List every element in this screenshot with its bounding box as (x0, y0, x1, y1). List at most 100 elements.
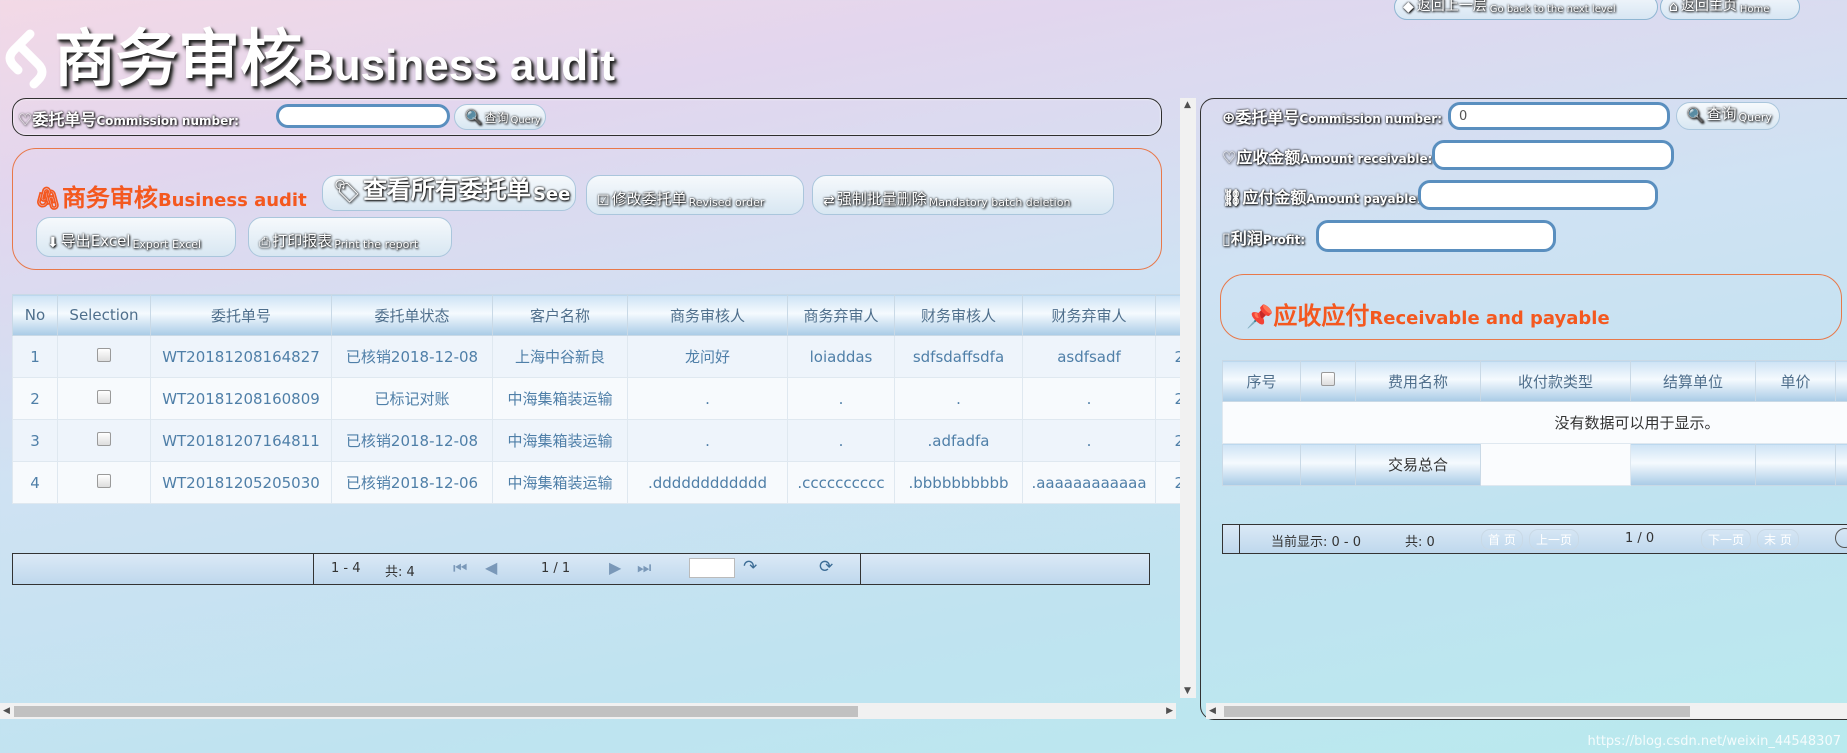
fees-table: 序号 费用名称 收付款类型 结算单位 单价 没有数据可以用于显示。 交易总合 (1222, 360, 1847, 486)
col-header[interactable]: 结算单位 (1630, 360, 1756, 402)
print-report-button[interactable]: ⎙ 打印报表 Print the report (248, 217, 452, 257)
col-header[interactable]: 商务审核人 (627, 294, 788, 336)
orders-table-wrapper: No Selection 委托单号 委托单状态 客户名称 商务审核人 商务弃审人… (12, 294, 1180, 528)
receivable-input[interactable] (1432, 140, 1674, 170)
table-row[interactable]: 2 WT20181208160809 已标记对账 中海集箱装运输 . . . .… (12, 377, 1180, 420)
pager-total: 共: 0 (1405, 535, 1435, 550)
back-to-previous-button[interactable]: ◆ 返回上一层 Go back to the next level (1394, 0, 1658, 20)
search-icon: 🔍 (465, 110, 483, 126)
scroll-up-arrow[interactable]: ▲ (1184, 100, 1191, 110)
tag-icon: 🏷 (333, 180, 361, 205)
empty-row: 没有数据可以用于显示。 (1222, 401, 1847, 444)
page-title-en: Business audit (302, 41, 615, 90)
right-horizontal-scrollbar[interactable]: ◀ (1206, 703, 1847, 719)
col-header[interactable]: 序号 (1222, 360, 1301, 402)
page-number-input[interactable] (689, 558, 735, 578)
prev-page-button[interactable]: 上一页 (1529, 529, 1580, 550)
prev-page-icon[interactable]: ◀ (485, 558, 497, 577)
table-cell: .dddddddddddd (627, 461, 788, 504)
heart-icon: ♡ (18, 110, 33, 129)
left-vertical-scrollbar[interactable]: ▲ ▼ (1180, 98, 1196, 698)
table-row[interactable]: 3 WT20181207164811 已核销2018-12-08 中海集箱装运输… (12, 419, 1180, 462)
table-cell: 中海集箱装运输 (492, 377, 628, 420)
table-cell (57, 419, 151, 462)
col-header[interactable]: No (12, 294, 58, 336)
col-header[interactable]: Selection (57, 294, 151, 336)
col-header[interactable]: 单价 (1755, 360, 1836, 402)
checkbox-icon: ☑ (597, 193, 610, 209)
table-cell: WT20181208164827 (150, 335, 332, 378)
profit-input[interactable] (1316, 220, 1556, 252)
col-header[interactable]: 财务弃审人 (1022, 294, 1156, 336)
table-cell: 4 (12, 461, 58, 504)
table-header-row: 序号 费用名称 收付款类型 结算单位 单价 (1222, 360, 1847, 402)
left-horizontal-scrollbar[interactable]: ◀ ▶ (0, 703, 1176, 719)
row-checkbox[interactable] (97, 473, 111, 488)
exchange-icon: ⇄ (823, 193, 835, 209)
col-header[interactable]: 商务弃审人 (787, 294, 895, 336)
table-cell: . (1022, 419, 1156, 462)
select-all-checkbox[interactable] (1321, 372, 1335, 386)
table-cell: 中海集箱装运输 (492, 419, 628, 462)
col-header[interactable]: 收付款类型 (1480, 360, 1631, 402)
mobile-icon: ▯ (1222, 229, 1231, 248)
go-page-button[interactable] (1835, 528, 1847, 548)
query-button[interactable]: 🔍 查询 Query (454, 104, 546, 130)
table-cell: sdfsdaffsdfa (894, 335, 1023, 378)
table-cell: . (627, 419, 788, 462)
first-page-icon[interactable]: ⏮ (453, 558, 467, 578)
batch-delete-button[interactable]: ⇄ 强制批量删除 Mandatory batch deletion (812, 175, 1114, 215)
col-header[interactable]: 委托单号 (150, 294, 332, 336)
row-checkbox[interactable] (97, 431, 111, 446)
scroll-down-arrow[interactable]: ▼ (1184, 686, 1191, 696)
payable-label: ⛓应付金额Amount payable: (1222, 188, 1421, 207)
paperclip-icon: 🖇 (34, 187, 62, 212)
table-row[interactable]: 1 WT20181208164827 已核销2018-12-08 上海中谷新良 … (12, 335, 1180, 378)
col-header[interactable] (1300, 360, 1356, 402)
receivable-payable-title: 📌应收应付Receivable and payable (1246, 302, 1610, 330)
profit-label: ▯利润Profit: (1222, 229, 1306, 248)
home-button[interactable]: ⌂ 返回主页 Home (1660, 0, 1800, 20)
table-cell: WT20181208160809 (150, 377, 332, 420)
col-header[interactable]: 费用名称 (1355, 360, 1481, 402)
next-page-button[interactable]: 下一页 (1701, 529, 1752, 550)
scrollbar-thumb[interactable] (14, 706, 858, 717)
right-query-button[interactable]: 🔍 查询 Query (1676, 102, 1780, 130)
table-cell: 已核销2018-12-08 (331, 419, 493, 462)
scroll-left-arrow[interactable]: ◀ (1209, 706, 1216, 716)
page-title-cn: 商务审核 (54, 22, 303, 95)
table-cell: . (627, 377, 788, 420)
col-header[interactable] (1155, 294, 1180, 336)
go-icon[interactable]: ↷ (743, 557, 757, 577)
table-cell: 中海集箱装运输 (492, 461, 628, 504)
first-page-button[interactable]: 首 页 (1481, 529, 1523, 550)
search-icon: 🔍 (1687, 108, 1705, 124)
refresh-icon[interactable]: ⟳ (819, 557, 833, 577)
revise-order-button[interactable]: ☑ 修改委托单 Revised order (586, 175, 804, 215)
last-page-button[interactable]: 末 页 (1757, 529, 1799, 550)
scrollbar-thumb[interactable] (1224, 706, 1690, 717)
fees-table-wrapper: 序号 费用名称 收付款类型 结算单位 单价 没有数据可以用于显示。 交易总合 (1222, 360, 1847, 500)
next-page-icon[interactable]: ▶ (609, 558, 621, 577)
table-header-row: No Selection 委托单号 委托单状态 客户名称 商务审核人 商务弃审人… (12, 294, 1180, 336)
table-row[interactable]: 4 WT20181205205030 已核销2018-12-06 中海集箱装运输… (12, 461, 1180, 504)
right-commission-input[interactable] (1448, 102, 1670, 130)
pager-page: 1 / 0 (1625, 531, 1655, 546)
table-cell: . (894, 377, 1023, 420)
row-checkbox[interactable] (97, 389, 111, 404)
col-header[interactable]: 委托单状态 (331, 294, 493, 336)
scroll-right-arrow[interactable]: ▶ (1166, 706, 1173, 716)
row-checkbox[interactable] (97, 347, 111, 362)
home-icon: ⌂ (1669, 0, 1678, 15)
scroll-left-arrow[interactable]: ◀ (3, 706, 10, 716)
col-header[interactable]: 客户名称 (492, 294, 628, 336)
commission-number-input[interactable] (276, 104, 450, 128)
orders-table: No Selection 委托单号 委托单状态 客户名称 商务审核人 商务弃审人… (12, 294, 1180, 504)
last-page-icon[interactable]: ⏭ (637, 558, 651, 578)
payable-input[interactable] (1418, 180, 1658, 210)
view-all-orders-button[interactable]: 🏷 查看所有委托单 See (322, 175, 576, 211)
table-cell: .cccccccccc (787, 461, 895, 504)
col-header[interactable]: 财务审核人 (894, 294, 1023, 336)
export-excel-button[interactable]: ⬇ 导出Excel Export Excel (36, 217, 236, 257)
page-title: 商务审核 Business audit (0, 10, 615, 90)
